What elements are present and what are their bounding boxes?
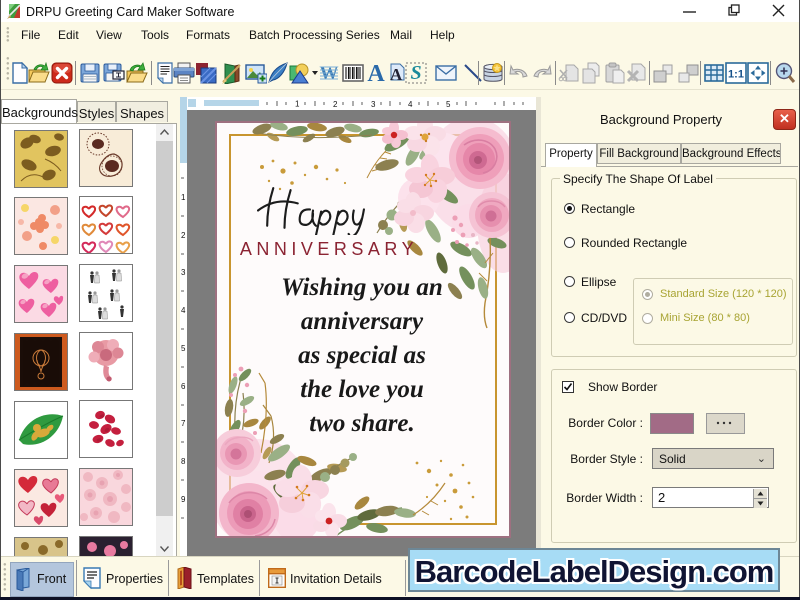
svg-text:1: 1 <box>295 100 300 109</box>
svg-text:S: S <box>410 62 421 84</box>
svg-text:9: 9 <box>181 495 186 504</box>
svg-text:3: 3 <box>181 268 186 277</box>
svg-text:7: 7 <box>181 419 186 428</box>
svg-text:1: 1 <box>181 193 186 202</box>
svg-text:5: 5 <box>181 344 186 353</box>
svg-text:4: 4 <box>408 100 413 109</box>
svg-text:2: 2 <box>333 100 338 109</box>
svg-text:5: 5 <box>446 100 451 109</box>
svg-text:4: 4 <box>181 306 186 315</box>
svg-text:6: 6 <box>181 382 186 391</box>
svg-text:A: A <box>390 65 403 84</box>
svg-text:1:1: 1:1 <box>728 69 744 81</box>
svg-text:8: 8 <box>181 457 186 466</box>
svg-text:3: 3 <box>371 100 376 109</box>
svg-text:2: 2 <box>181 231 186 240</box>
